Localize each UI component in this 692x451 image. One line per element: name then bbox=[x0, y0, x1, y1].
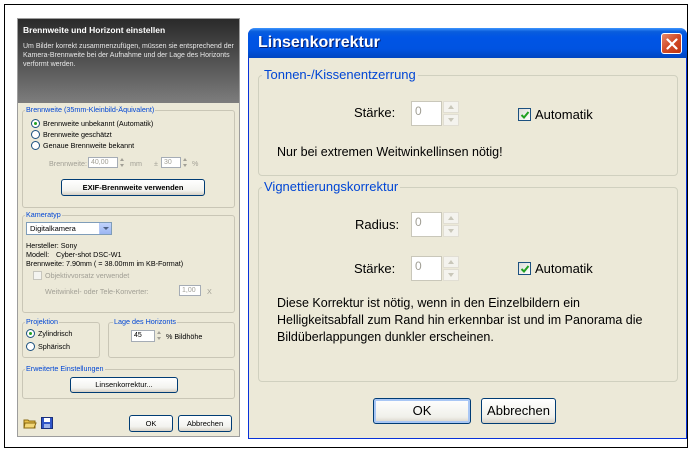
camera-type-group-label: Kameratyp bbox=[25, 210, 62, 219]
distortion-group-label: Tonnen-/Kissenentzerrung bbox=[262, 67, 418, 82]
lens-adapter-label: Objektivvorsatz verwendet bbox=[45, 271, 130, 280]
distortion-strength-spinner[interactable] bbox=[443, 101, 459, 126]
tolerance-input[interactable]: 30 bbox=[161, 157, 181, 168]
spin-up-icon[interactable] bbox=[443, 256, 459, 268]
camera-model-label: Modell: bbox=[26, 250, 50, 259]
radio-spherical-label[interactable]: Sphärisch bbox=[38, 342, 70, 351]
left-cancel-button[interactable]: Abbrechen bbox=[178, 415, 232, 432]
vignetting-group bbox=[258, 187, 678, 382]
camera-model-value: Cyber-shot DSC-W1 bbox=[56, 250, 122, 259]
spin-down-icon[interactable] bbox=[443, 225, 459, 237]
tolerance-spinner[interactable] bbox=[182, 157, 189, 168]
tolerance-prefix: ± bbox=[154, 159, 158, 168]
horizon-group-label: Lage des Horizonts bbox=[113, 317, 177, 326]
cancel-button[interactable]: Abbrechen bbox=[481, 398, 556, 424]
radio-focal-unknown[interactable] bbox=[31, 119, 40, 128]
vignetting-auto-label[interactable]: Automatik bbox=[535, 261, 593, 276]
focal-length-group-label: Brennweite (35mm-Kleinbild-Äquivalent) bbox=[25, 105, 156, 114]
projection-group-label: Projektion bbox=[25, 317, 59, 326]
vignetting-group-label: Vignettierungskorrektur bbox=[262, 179, 401, 194]
focal-input[interactable]: 40,00 bbox=[88, 157, 118, 168]
horizon-input[interactable]: 45 bbox=[131, 330, 155, 342]
converter-label: Weitwinkel- oder Tele-Konverter: bbox=[45, 287, 149, 296]
exif-focal-button[interactable]: EXIF-Brennweite verwenden bbox=[61, 179, 205, 196]
radio-spherical[interactable] bbox=[26, 342, 35, 351]
spin-down-icon[interactable] bbox=[443, 269, 459, 281]
distortion-strength-input[interactable]: 0 bbox=[411, 101, 442, 126]
panel-description: Um Bilder korrekt zusammenzufügen, müsse… bbox=[23, 43, 234, 68]
checkmark-icon bbox=[520, 265, 530, 273]
vignetting-radius-input[interactable]: 0 bbox=[411, 212, 442, 237]
lens-correction-dialog: Linsenkorrektur Tonnen-/Kissenentzerrung… bbox=[248, 28, 687, 439]
focal-spinner[interactable] bbox=[119, 157, 126, 168]
panel-title: Brennweite und Horizont einstellen bbox=[23, 25, 166, 35]
converter-input[interactable]: 1,00 bbox=[179, 285, 201, 296]
close-button[interactable] bbox=[661, 33, 682, 54]
focal-horizon-panel: Brennweite und Horizont einstellen Um Bi… bbox=[17, 18, 240, 437]
close-icon bbox=[666, 38, 678, 50]
ok-button[interactable]: OK bbox=[373, 398, 471, 424]
projection-group bbox=[22, 322, 100, 358]
spin-down-icon[interactable] bbox=[443, 114, 459, 126]
camera-focal-info: Brennweite: 7.90mm ( = 38.00mm im KB-For… bbox=[26, 259, 184, 268]
camera-maker: Hersteller: Sony bbox=[26, 241, 78, 250]
vignetting-radius-label: Radius: bbox=[355, 217, 400, 232]
horizon-unit: % Bildhöhe bbox=[166, 332, 203, 341]
vignetting-strength-label: Stärke: bbox=[354, 261, 396, 276]
camera-type-select[interactable]: Digitalkamera bbox=[26, 222, 112, 235]
panel-header: Brennweite und Horizont einstellen Um Bi… bbox=[18, 19, 239, 103]
dialog-title: Linsenkorrektur bbox=[258, 34, 380, 51]
radio-cylindrical-label[interactable]: Zylindrisch bbox=[38, 329, 72, 338]
spin-up-icon[interactable] bbox=[443, 101, 459, 113]
focal-field-label: Brennweite: bbox=[49, 159, 87, 168]
horizon-spinner[interactable] bbox=[156, 330, 163, 341]
checkmark-icon bbox=[520, 111, 530, 119]
vignetting-strength-spinner[interactable] bbox=[443, 256, 459, 281]
distortion-note: Nur bei extremen Weitwinkellinsen nötig! bbox=[277, 145, 503, 159]
radio-focal-exact[interactable] bbox=[31, 141, 40, 150]
radio-focal-estimated[interactable] bbox=[31, 130, 40, 139]
vignetting-auto-checkbox[interactable] bbox=[518, 262, 531, 275]
vignetting-radius-spinner[interactable] bbox=[443, 212, 459, 237]
dialog-titlebar[interactable]: Linsenkorrektur bbox=[248, 28, 687, 58]
radio-focal-unknown-label[interactable]: Brennweite unbekannt (Automatik) bbox=[43, 119, 153, 128]
chevron-down-icon[interactable] bbox=[99, 223, 111, 234]
radio-focal-exact-label[interactable]: Genaue Brennweite bekannt bbox=[43, 141, 134, 150]
distortion-strength-label: Stärke: bbox=[354, 105, 396, 120]
lens-correction-button[interactable]: Linsenkorrektur... bbox=[70, 377, 178, 393]
converter-unit: X bbox=[207, 287, 212, 296]
distortion-auto-label[interactable]: Automatik bbox=[535, 107, 593, 122]
distortion-auto-checkbox[interactable] bbox=[518, 108, 531, 121]
vignetting-note: Diese Korrektur ist nötig, wenn in den E… bbox=[277, 296, 643, 344]
focal-unit: mm bbox=[130, 159, 142, 168]
vignetting-strength-input[interactable]: 0 bbox=[411, 256, 442, 281]
camera-type-value: Digitalkamera bbox=[30, 224, 76, 233]
radio-cylindrical[interactable] bbox=[26, 329, 35, 338]
open-folder-icon[interactable] bbox=[23, 416, 37, 429]
advanced-group-label: Erweiterte Einstellungen bbox=[25, 364, 105, 373]
spin-up-icon[interactable] bbox=[443, 212, 459, 224]
lens-adapter-checkbox[interactable] bbox=[33, 271, 42, 280]
tolerance-unit: % bbox=[192, 159, 199, 168]
left-ok-button[interactable]: OK bbox=[129, 415, 173, 432]
radio-focal-estimated-label[interactable]: Brennweite geschätzt bbox=[43, 130, 112, 139]
save-disk-icon[interactable] bbox=[41, 416, 53, 429]
